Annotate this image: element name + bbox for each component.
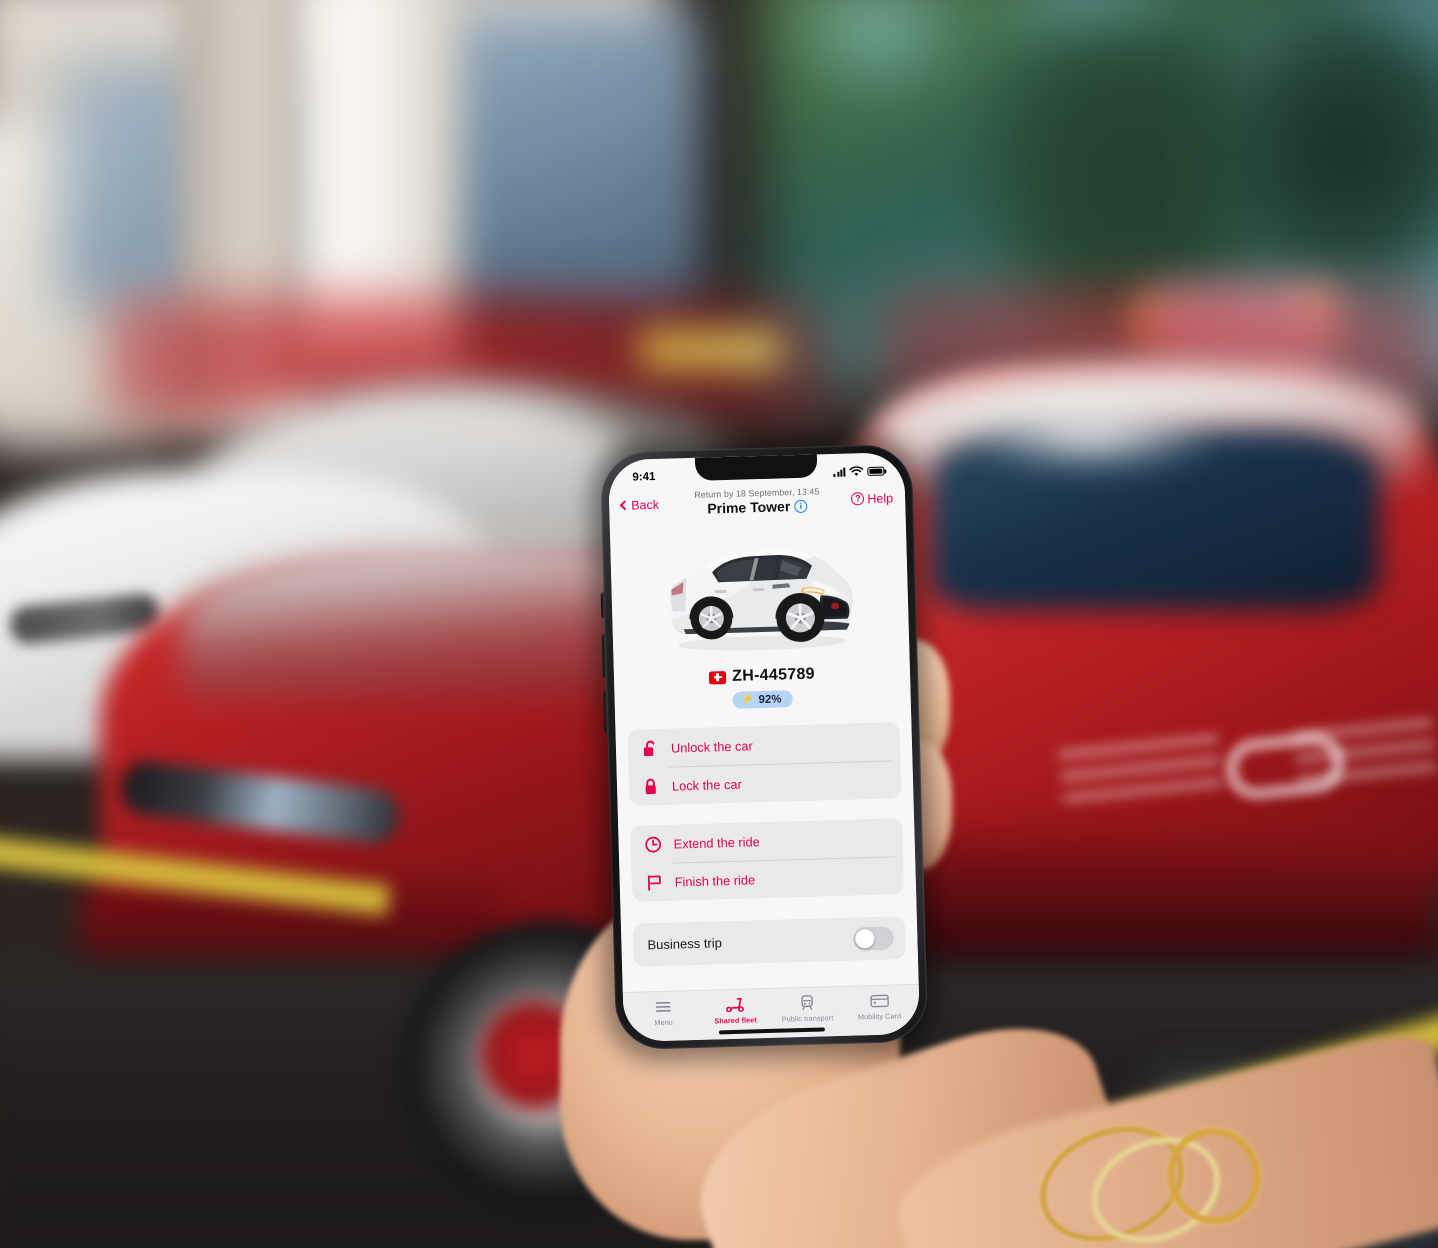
flag-icon [645, 873, 662, 891]
lightning-bolt-icon: ⚡ [740, 693, 755, 706]
tab-mobility-card-label: Mobility Card [857, 1011, 902, 1022]
credit-card-icon [869, 992, 889, 1010]
status-time: 9:41 [632, 470, 656, 484]
back-label: Back [630, 497, 660, 513]
business-trip-card: Business trip [632, 916, 906, 967]
jaguar-epace-suv-illustration [668, 549, 853, 651]
bottom-tab-bar: Menu Shared fleet Public transport Mobil… [622, 983, 921, 1043]
finish-the-ride-button[interactable]: Finish the ride [631, 856, 904, 902]
scooter-icon [725, 996, 745, 1014]
lock-icon [643, 777, 660, 795]
tab-menu-label: Menu [654, 1017, 673, 1028]
toggle-knob [854, 928, 876, 949]
lock-actions-card: Unlock the car Lock the car [627, 722, 902, 806]
help-button[interactable]: ? Help [820, 490, 894, 507]
tab-shared-fleet-label: Shared fleet [714, 1015, 757, 1026]
unlock-icon [642, 739, 659, 757]
smartphone: 9:41 Back Return by 18 September, 13:45 [589, 433, 937, 1063]
ride-actions-card: Extend the ride Finish the ride [630, 818, 905, 902]
hamburger-menu-icon [655, 998, 671, 1015]
screen-content: ZH-445789 ⚡ 92% Unlock the car Lock the … [609, 518, 919, 993]
business-trip-label: Business trip [647, 935, 723, 953]
nav-center: Return by 18 September, 13:45 Prime Towe… [694, 486, 820, 516]
lock-the-car-label: Lock the car [671, 776, 742, 794]
phone-screen: 9:41 Back Return by 18 September, 13:45 [607, 451, 921, 1043]
swiss-flag-icon [708, 670, 727, 685]
back-button[interactable]: Back [619, 496, 695, 513]
info-circle-icon[interactable]: i [794, 499, 808, 513]
page-title: Prime Tower [707, 498, 791, 517]
wifi-icon [849, 465, 864, 476]
clock-icon [644, 835, 662, 853]
extend-the-ride-label: Extend the ride [673, 833, 760, 852]
lock-the-car-button[interactable]: Lock the car [629, 760, 902, 806]
tab-shared-fleet[interactable]: Shared fleet [699, 995, 772, 1026]
silent-switch[interactable] [600, 592, 606, 619]
battery-level: 92% [758, 692, 782, 706]
battery-status-badge: ⚡ 92% [732, 690, 793, 709]
finish-the-ride-label: Finish the ride [674, 871, 756, 890]
tab-menu[interactable]: Menu [627, 997, 700, 1028]
chevron-left-icon [619, 499, 630, 510]
unlock-the-car-label: Unlock the car [670, 737, 753, 756]
train-icon [800, 994, 814, 1011]
license-plate: ZH-445789 [731, 665, 816, 685]
vehicle-image [622, 521, 898, 669]
battery-icon [867, 466, 885, 476]
business-trip-toggle[interactable] [853, 926, 894, 951]
cellular-signal-icon [833, 467, 846, 477]
tab-public-transport-label: Public transport [781, 1013, 834, 1024]
tab-public-transport[interactable]: Public transport [771, 993, 844, 1024]
tab-mobility-card[interactable]: Mobility Card [843, 991, 916, 1022]
help-label: Help [867, 490, 894, 506]
question-circle-icon: ? [851, 492, 865, 506]
